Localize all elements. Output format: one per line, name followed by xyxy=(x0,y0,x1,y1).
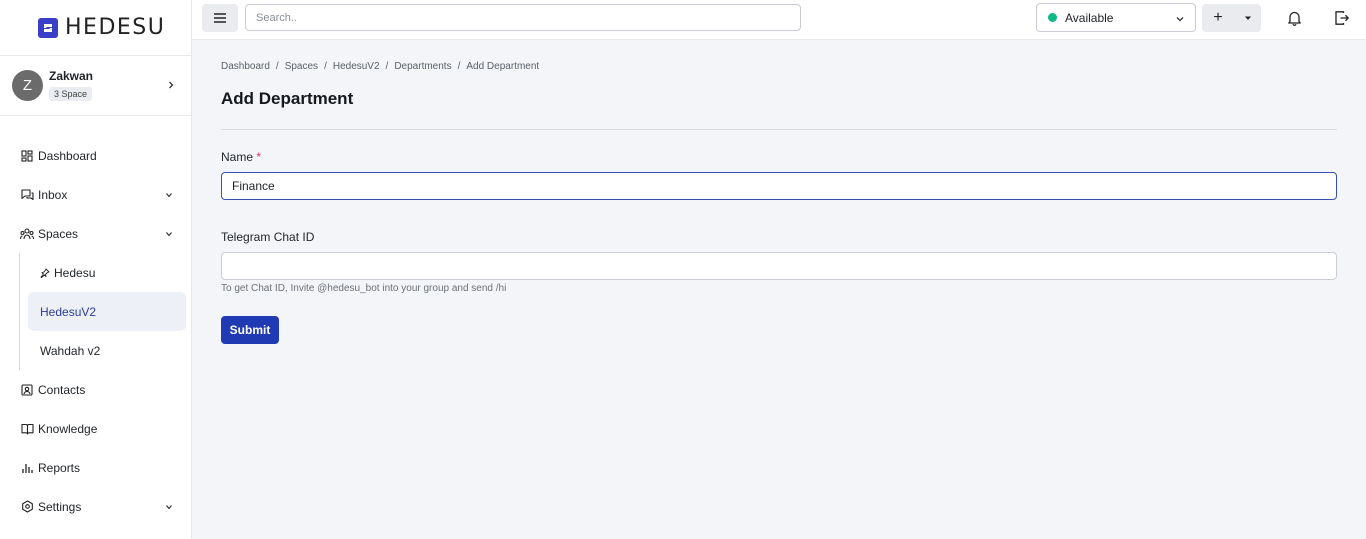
sidebar-item-label: Inbox xyxy=(38,187,68,202)
breadcrumb-separator: / xyxy=(385,60,389,72)
telegram-chat-id-input[interactable] xyxy=(221,252,1337,280)
caret-down-icon xyxy=(1244,15,1252,21)
name-input[interactable] xyxy=(221,172,1337,200)
space-item-wahdah-v2[interactable]: Wahdah v2 xyxy=(28,331,186,370)
search-input[interactable] xyxy=(245,4,801,31)
add-split-button: + xyxy=(1202,4,1261,32)
chevron-down-icon xyxy=(165,188,173,202)
sidebar-item-knowledge[interactable]: Knowledge xyxy=(0,409,191,448)
breadcrumb-hedesuv2[interactable]: HedesuV2 xyxy=(333,61,380,72)
sidebar-item-settings[interactable]: Settings xyxy=(0,487,191,526)
availability-label: Available xyxy=(1065,10,1114,25)
sidebar-item-contacts[interactable]: Contacts xyxy=(0,370,191,409)
topbar: Available + xyxy=(192,0,1366,40)
breadcrumb-dashboard[interactable]: Dashboard xyxy=(221,61,270,72)
breadcrumb: Dashboard / Spaces / HedesuV2 / Departme… xyxy=(221,59,1337,73)
main-content: Dashboard / Spaces / HedesuV2 / Departme… xyxy=(221,40,1337,344)
add-dropdown-toggle[interactable] xyxy=(1234,15,1261,21)
breadcrumb-current: Add Department xyxy=(466,60,540,72)
telegram-chat-id-label: Telegram Chat ID xyxy=(221,230,315,244)
contacts-icon xyxy=(20,383,34,397)
sidebar-item-reports[interactable]: Reports xyxy=(0,448,191,487)
space-count-badge: 3 Space xyxy=(49,87,93,101)
submit-button[interactable]: Submit xyxy=(221,316,279,344)
logout-icon[interactable] xyxy=(1334,10,1350,31)
sidebar-item-label: Spaces xyxy=(38,226,79,241)
sidebar-item-label: Knowledge xyxy=(38,421,98,436)
logo-text: HEDESU xyxy=(65,15,166,40)
required-asterisk: * xyxy=(256,150,262,164)
space-item-label: Hedesu xyxy=(54,265,96,280)
sidebar-item-label: Dashboard xyxy=(38,148,97,163)
hamburger-icon xyxy=(214,13,226,23)
user-switcher[interactable]: Z Zakwan 3 Space xyxy=(0,56,191,116)
name-label-text: Name xyxy=(221,150,254,164)
inbox-icon xyxy=(20,188,34,202)
telegram-help-text: To get Chat ID, Invite @hedesu_bot into … xyxy=(221,283,507,294)
chevron-down-icon xyxy=(165,227,173,241)
logo[interactable]: HEDESU xyxy=(0,0,191,56)
chevron-right-icon xyxy=(167,78,175,92)
breadcrumb-separator: / xyxy=(324,60,327,72)
menu-toggle-button[interactable] xyxy=(202,4,238,32)
sidebar-item-spaces[interactable]: Spaces xyxy=(0,214,191,253)
add-button[interactable]: + xyxy=(1202,9,1234,27)
space-item-hedesu[interactable]: Hedesu xyxy=(28,253,186,292)
dashboard-icon xyxy=(20,149,34,163)
chevron-down-icon xyxy=(1175,13,1185,27)
page-title: Add Department xyxy=(221,89,354,108)
sidebar-item-dashboard[interactable]: Dashboard xyxy=(0,136,191,175)
add-department-form: Name * Telegram Chat ID To get Chat ID, … xyxy=(221,150,1337,344)
hedesu-logo-icon xyxy=(38,17,58,38)
breadcrumb-spaces[interactable]: Spaces xyxy=(285,61,318,72)
sidebar: HEDESU Z Zakwan 3 Space Dashboard Inbox xyxy=(0,0,192,539)
user-name: Zakwan xyxy=(49,69,94,83)
sidebar-item-label: Settings xyxy=(38,499,82,514)
spaces-icon xyxy=(20,227,34,241)
chevron-down-icon xyxy=(165,500,173,514)
sidebar-nav: Dashboard Inbox Spaces Hedesu HedesuV2 W… xyxy=(0,116,191,526)
status-dot-icon xyxy=(1048,13,1057,22)
title-divider xyxy=(221,129,1337,130)
spaces-submenu: Hedesu HedesuV2 Wahdah v2 xyxy=(19,253,191,370)
breadcrumb-separator: / xyxy=(457,60,461,72)
notification-bell-icon[interactable] xyxy=(1287,10,1302,31)
sidebar-item-label: Reports xyxy=(38,460,81,475)
reports-icon xyxy=(20,461,34,475)
name-label: Name * xyxy=(221,150,1337,164)
knowledge-icon xyxy=(20,422,34,436)
space-item-label: HedesuV2 xyxy=(40,304,97,319)
avatar: Z xyxy=(12,70,43,101)
pin-icon xyxy=(40,268,50,278)
space-item-hedesuv2[interactable]: HedesuV2 xyxy=(28,292,186,331)
space-item-label: Wahdah v2 xyxy=(40,343,101,358)
sidebar-item-label: Contacts xyxy=(38,382,86,397)
breadcrumb-departments[interactable]: Departments xyxy=(394,61,451,72)
breadcrumb-separator: / xyxy=(275,60,279,72)
settings-icon xyxy=(20,500,34,514)
availability-select[interactable]: Available xyxy=(1036,3,1196,32)
sidebar-item-inbox[interactable]: Inbox xyxy=(0,175,191,214)
